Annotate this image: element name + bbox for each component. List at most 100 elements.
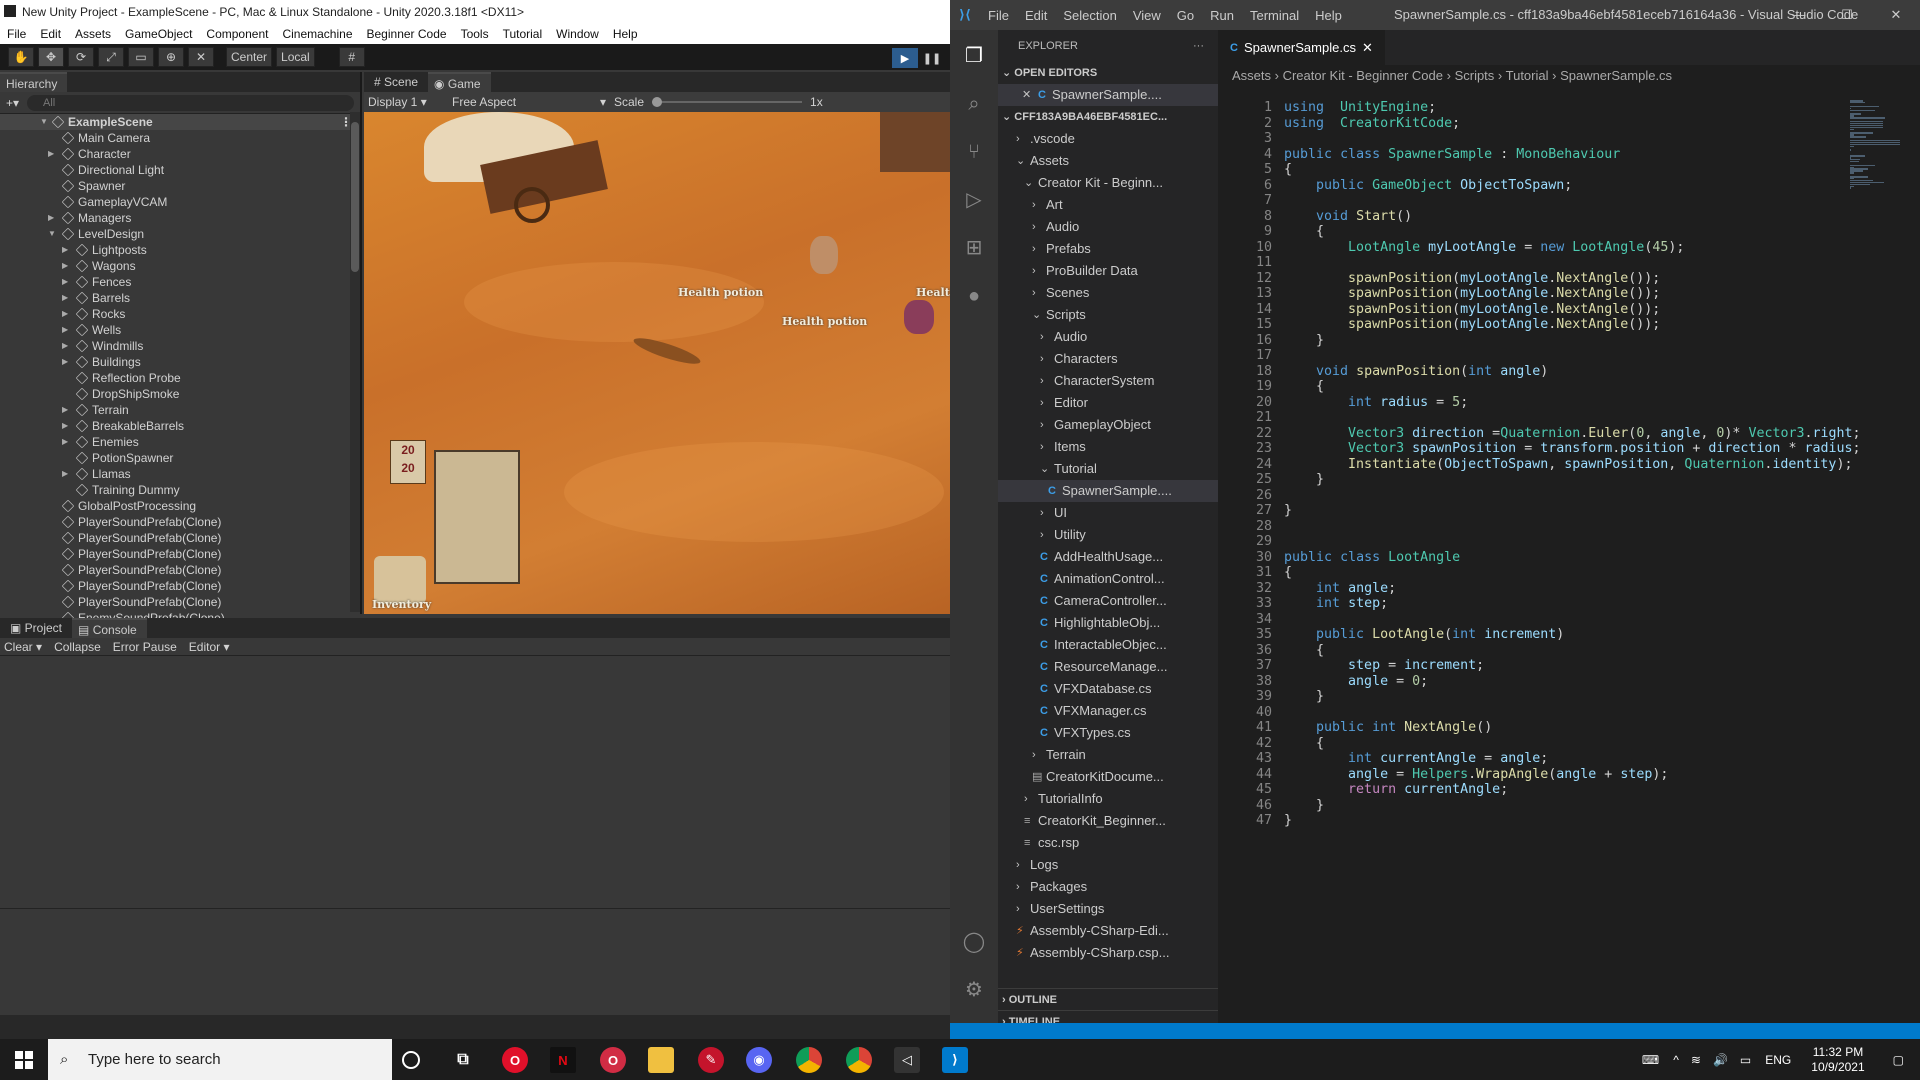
transform-tool-icon[interactable]: ⊕ [158,47,184,67]
hierarchy-item[interactable]: PlayerSoundPrefab(Clone) [0,594,360,610]
app-red-icon[interactable]: ✎ [698,1047,724,1073]
file-tree-item[interactable]: › Audio [998,326,1218,348]
hierarchy-item[interactable]: ▶ Wells [0,322,360,338]
chevron-up-icon[interactable]: ^ [1667,1053,1685,1067]
file-tree-item[interactable]: C VFXManager.cs [998,700,1218,722]
file-tree-item[interactable]: C VFXTypes.cs [998,722,1218,744]
expand-arrow-icon[interactable]: ▶ [62,354,68,370]
custom-tool-icon[interactable]: ✕ [188,47,214,67]
source-control-icon[interactable]: ⑂ [962,140,986,164]
search-icon[interactable]: ⌕ [962,92,986,116]
github-icon[interactable]: ● [962,284,986,308]
hand-tool-icon[interactable]: ✋ [8,47,34,67]
expand-arrow-icon[interactable]: ▶ [62,290,68,306]
grid-snap-icon[interactable]: # [338,47,365,67]
scale-slider-handle[interactable] [652,97,663,107]
close-icon[interactable]: ✕ [1362,40,1373,56]
chrome-icon[interactable] [796,1047,822,1073]
file-tree-item[interactable]: ⌄ Tutorial [998,458,1218,480]
unity-menu-cinemachine[interactable]: Cinemachine [275,27,359,41]
expand-arrow-icon[interactable]: ▶ [62,322,68,338]
hierarchy-item[interactable]: ▶ Character [0,146,360,162]
hierarchy-item[interactable]: Spawner [0,178,360,194]
hierarchy-item[interactable]: ▶ Fences [0,274,360,290]
file-tree-item[interactable]: C AddHealthUsage... [998,546,1218,568]
unity-menu-tutorial[interactable]: Tutorial [496,27,550,41]
file-tree-item[interactable]: › UI [998,502,1218,524]
vscode-menu-run[interactable]: Run [1202,8,1242,23]
unity-menu-gameobject[interactable]: GameObject [118,27,199,41]
file-tree-item[interactable]: › Packages [998,876,1218,898]
project-tab[interactable]: ▣ Project [0,621,72,635]
hierarchy-tab[interactable]: Hierarchy [0,72,68,92]
breadcrumb-item[interactable]: SpawnerSample.cs [1560,68,1672,83]
file-tree-item[interactable]: › CharacterSystem [998,370,1218,392]
netflix-icon[interactable]: N [550,1047,576,1073]
vscode-menu-terminal[interactable]: Terminal [1242,8,1307,23]
file-tree-item[interactable]: ⚡ Assembly-CSharp.csp... [998,942,1218,964]
game-tab[interactable]: ◉ Game [428,72,491,92]
close-icon[interactable]: ✕ [1872,0,1920,30]
hierarchy-item[interactable]: ▶ Wagons [0,258,360,274]
editor-dropdown[interactable]: Editor ▾ [189,640,230,654]
file-tree-item[interactable]: › Utility [998,524,1218,546]
file-tree-item[interactable]: ⌄ Scripts [998,304,1218,326]
hierarchy-scrollbar[interactable] [350,112,360,612]
hierarchy-item[interactable]: PlayerSoundPrefab(Clone) [0,546,360,562]
file-tree-item[interactable]: › Items [998,436,1218,458]
vscode-menu-edit[interactable]: Edit [1017,8,1055,23]
expand-arrow-icon[interactable]: ▶ [62,338,68,354]
error-pause-button[interactable]: Error Pause [113,640,177,654]
hierarchy-scene-row[interactable]: ▼ ExampleScene ⋮ [0,114,360,130]
unity-menu-window[interactable]: Window [549,27,606,41]
hierarchy-item[interactable]: PlayerSoundPrefab(Clone) [0,514,360,530]
unity-menu-edit[interactable]: Edit [33,27,68,41]
vscode-taskbar-icon[interactable]: ⟩ [942,1047,968,1073]
expand-arrow-icon[interactable]: ▶ [48,146,54,162]
file-tree-item[interactable]: › Prefabs [998,238,1218,260]
file-tree-item[interactable]: › GameplayObject [998,414,1218,436]
file-tree-item[interactable]: ⌄ Creator Kit - Beginn... [998,172,1218,194]
hierarchy-item[interactable]: PlayerSoundPrefab(Clone) [0,578,360,594]
workspace-root-section[interactable]: ⌄ CFF183A9BA46EBF4581EC... [998,106,1218,128]
file-tree-item[interactable]: ≡ CreatorKit_Beginner... [998,810,1218,832]
aspect-select[interactable]: Free Aspect ▾ [446,95,606,109]
file-tree-item[interactable]: ⌄ Assets [998,150,1218,172]
expand-arrow-icon[interactable]: ▶ [62,466,68,482]
file-tree-item[interactable]: › Characters [998,348,1218,370]
play-button[interactable]: ▶ [892,48,918,68]
breadcrumb-item[interactable]: Tutorial [1506,68,1549,83]
hierarchy-item[interactable]: ▼ LevelDesign [0,226,360,242]
account-icon[interactable]: ◯ [962,930,986,954]
hierarchy-item[interactable]: ▶ Llamas [0,466,360,482]
unity-menu-assets[interactable]: Assets [68,27,118,41]
minimap[interactable] [1850,100,1906,190]
file-tree-item[interactable]: C SpawnerSample.... [998,480,1218,502]
pivot-local-button[interactable]: Local [276,47,315,67]
more-actions-icon[interactable]: ··· [1193,30,1204,62]
file-tree-item[interactable]: C HighlightableObj... [998,612,1218,634]
unity-menu-file[interactable]: File [0,27,33,41]
console-tab[interactable]: ▤ Console [72,618,147,638]
run-debug-icon[interactable]: ▷ [962,188,986,212]
vscode-menu-view[interactable]: View [1125,8,1169,23]
breadcrumb-item[interactable]: Creator Kit - Beginner Code [1283,68,1443,83]
vscode-menu-help[interactable]: Help [1307,8,1350,23]
notifications-icon[interactable]: ▢ [1877,1053,1920,1067]
expand-arrow-icon[interactable]: ▼ [40,114,48,130]
rotate-tool-icon[interactable]: ⟳ [68,47,94,67]
hierarchy-item[interactable]: ▶ Managers [0,210,360,226]
unity-menu-help[interactable]: Help [606,27,645,41]
hierarchy-item[interactable]: ▶ Lightposts [0,242,360,258]
hierarchy-scroll-thumb[interactable] [351,122,359,272]
open-editors-section[interactable]: ⌄ OPEN EDITORS [998,62,1218,84]
file-tree-item[interactable]: C AnimationControl... [998,568,1218,590]
pause-button[interactable]: ❚❚ [922,48,942,68]
file-tree-item[interactable]: ≡ csc.rsp [998,832,1218,854]
cortana-icon[interactable] [402,1051,420,1069]
chrome-profile-icon[interactable] [846,1047,872,1073]
hierarchy-item[interactable]: ▶ Buildings [0,354,360,370]
expand-arrow-icon[interactable]: ▶ [62,306,68,322]
extensions-icon[interactable]: ⊞ [962,236,986,260]
hierarchy-item[interactable]: PlayerSoundPrefab(Clone) [0,530,360,546]
